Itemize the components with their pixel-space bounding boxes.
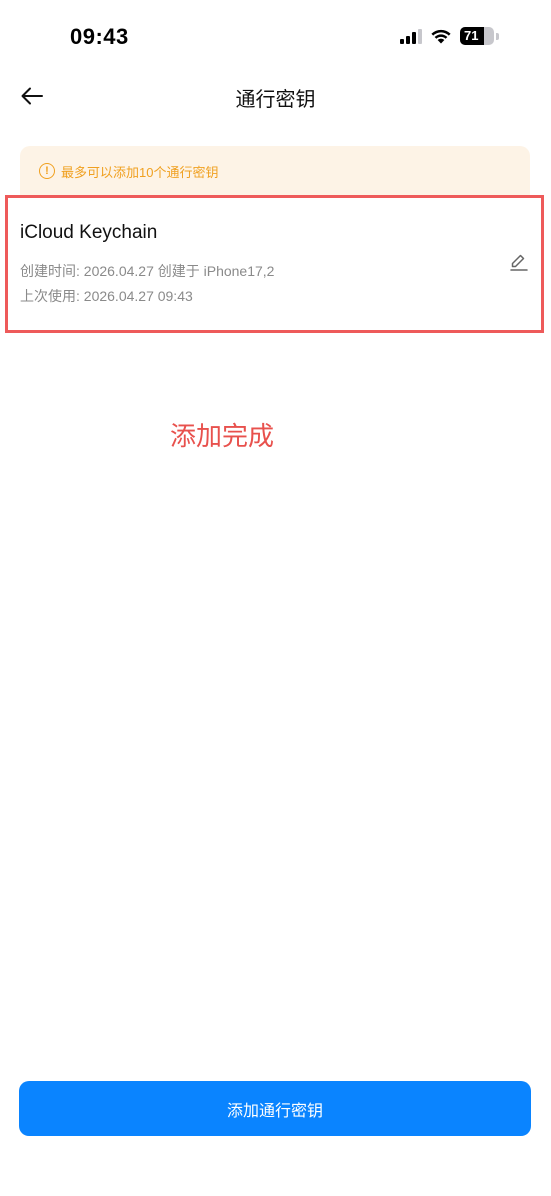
passkey-last-used: 上次使用: 2026.04.27 09:43	[20, 286, 193, 306]
notice-text: 最多可以添加10个通行密钥	[61, 164, 219, 180]
battery-level: 71	[464, 28, 479, 43]
passkey-card[interactable]: iCloud Keychain 创建时间: 2026.04.27 创建于 iPh…	[5, 195, 544, 333]
pencil-icon	[510, 254, 528, 271]
nav-bar: 通行密钥	[0, 76, 551, 116]
status-icons: 71	[400, 27, 499, 45]
created-label: 创建时间:	[20, 263, 80, 279]
info-circle-icon: !	[39, 163, 55, 179]
edit-passkey-button[interactable]	[507, 250, 531, 274]
battery-cap	[496, 32, 499, 40]
wifi-icon	[430, 28, 452, 44]
signal-icon	[400, 28, 422, 44]
last-used-label: 上次使用:	[20, 288, 80, 304]
passkey-name: iCloud Keychain	[20, 222, 158, 243]
battery-icon: 71	[460, 27, 494, 45]
passkey-created: 创建时间: 2026.04.27 创建于 iPhone17,2	[20, 261, 274, 281]
page-title: 通行密钥	[235, 89, 316, 111]
notice-banner: ! 最多可以添加10个通行密钥	[20, 146, 530, 196]
status-time: 09:43	[70, 24, 129, 49]
created-value: 2026.04.27 创建于 iPhone17,2	[83, 263, 275, 279]
last-used-value: 2026.04.27 09:43	[83, 288, 193, 304]
add-passkey-button[interactable]: 添加通行密钥	[19, 1081, 531, 1136]
annotation-text: 添加完成	[170, 421, 275, 451]
status-bar: 09:43 71	[0, 0, 551, 76]
